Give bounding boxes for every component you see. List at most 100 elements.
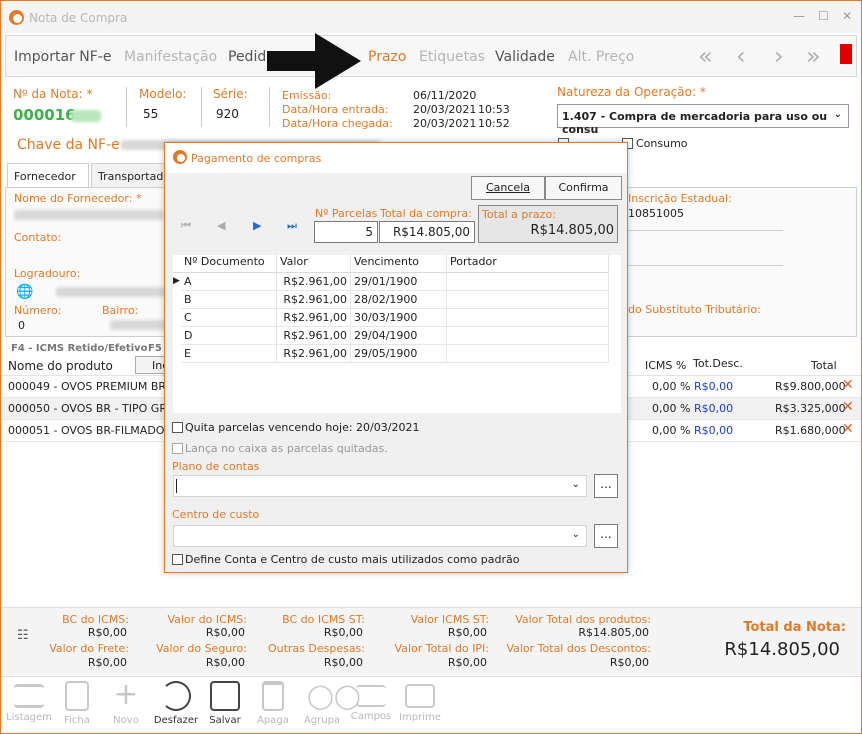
centro-lookup-button[interactable]: ... — [594, 524, 618, 548]
ficha-button[interactable]: Ficha — [52, 681, 102, 726]
parcela-cell-valor[interactable]: R$2.961,00 — [277, 291, 351, 309]
maximize-icon[interactable]: ☐ — [818, 9, 829, 23]
plano-lookup-button[interactable]: ... — [594, 474, 618, 498]
seguro-value: R$0,00 — [205, 656, 245, 669]
globe-icon[interactable]: 🌐 — [16, 284, 33, 300]
natureza-select[interactable]: 1.407 - Compra de mercadoria para uso ou… — [557, 104, 849, 136]
parcela-cell-portador[interactable] — [447, 291, 609, 309]
minimize-icon[interactable]: — — [793, 9, 805, 23]
logradouro-blurred[interactable] — [56, 287, 166, 297]
novo-button[interactable]: + Novo — [101, 680, 151, 727]
parcela-cell-portador[interactable] — [447, 327, 609, 345]
menu-manifestacao[interactable]: Manifestação — [124, 49, 217, 65]
parcela-cell-portador[interactable] — [447, 345, 609, 363]
apaga-button[interactable]: Apaga — [248, 681, 298, 726]
last-parcel-icon[interactable]: ⏭ — [287, 219, 297, 233]
entrada-date[interactable]: 20/03/2021 — [413, 103, 476, 116]
f5-shortcut-label[interactable]: F5 — [148, 343, 162, 354]
campos-button[interactable]: Campos — [346, 681, 396, 722]
menu-validade[interactable]: Validade — [495, 49, 555, 65]
parcela-cell-valor[interactable]: R$2.961,00 — [277, 309, 351, 327]
first-parcel-icon[interactable]: ⏮ — [181, 219, 191, 233]
parcela-cell-valor[interactable]: R$2.961,00 — [277, 273, 351, 291]
quita-checkbox[interactable] — [172, 422, 183, 433]
serie-value[interactable]: 920 — [216, 107, 239, 121]
parcela-cell-portador[interactable] — [447, 273, 609, 291]
agrupa-button[interactable]: ◯◯ Agrupa — [297, 681, 361, 726]
total-prazo-label: Total a prazo: — [482, 208, 556, 221]
delete-row-icon[interactable]: ✕ — [842, 399, 854, 415]
nota-value[interactable]: 000016 — [13, 106, 76, 124]
row-total: R$3.325,000 — [775, 402, 846, 415]
parcela-cell-venc[interactable]: 30/03/1900 — [351, 309, 447, 327]
modelo-value[interactable]: 55 — [143, 107, 158, 121]
tab-fornecedor[interactable]: Fornecedor — [7, 163, 89, 188]
parcela-cell-doc[interactable]: B — [181, 291, 277, 309]
last-record-icon[interactable]: » — [806, 42, 821, 70]
next-record-icon[interactable]: › — [774, 42, 784, 70]
col-produto: Nome do produto — [8, 359, 113, 373]
salvar-button[interactable]: Salvar — [200, 681, 250, 726]
row-desc: R$0,00 — [694, 424, 734, 437]
parcela-cell-venc[interactable]: 29/05/1900 — [351, 345, 447, 363]
outras-value: R$0,00 — [323, 656, 363, 669]
define-checkbox[interactable] — [172, 554, 183, 565]
agrupa-label: Agrupa — [303, 715, 341, 726]
emissao-value[interactable]: 06/11/2020 — [413, 89, 476, 102]
confirm-button[interactable]: Confirma — [545, 176, 622, 200]
parcela-cell-doc[interactable]: C — [181, 309, 277, 327]
salvar-label: Salvar — [209, 715, 241, 726]
parcelas-input[interactable]: 5 — [314, 221, 378, 243]
blurred-field — [71, 110, 101, 122]
parcela-cell-venc[interactable]: 29/04/1900 — [351, 327, 447, 345]
cancel-button[interactable]: Cancela — [471, 176, 545, 200]
menu-prazo[interactable]: Prazo — [368, 49, 406, 65]
row-indicator-header — [173, 255, 181, 273]
row-icms: 0,00 % — [652, 424, 691, 437]
row-produto: 000050 - OVOS BR - TIPO GRAN — [8, 402, 183, 415]
confirm-label: Confirma — [558, 181, 609, 194]
v-icms-label: Valor do ICMS: — [167, 613, 247, 626]
fornecedor-nome-label: Nome do Fornecedor: * — [14, 192, 142, 205]
previous-record-icon[interactable]: ‹ — [736, 42, 746, 70]
close-icon[interactable]: ✕ — [842, 9, 852, 23]
f4-shortcut-label[interactable]: F4 - ICMS Retido/Efetivo — [11, 343, 148, 354]
divider — [269, 87, 270, 127]
lanca-checkbox[interactable] — [172, 443, 183, 454]
fornecedor-nome-blurred[interactable] — [14, 210, 164, 220]
ie-value[interactable]: 10851005 — [628, 207, 684, 220]
parcela-cell-venc[interactable]: 29/01/1900 — [351, 273, 447, 291]
listagem-button[interactable]: Listagem — [4, 681, 54, 723]
parcela-cell-doc[interactable]: E — [181, 345, 277, 363]
plano-select[interactable]: ⌄ — [173, 475, 587, 497]
v-icms-value: R$0,00 — [205, 626, 245, 639]
entrada-time[interactable]: 10:53 — [478, 103, 510, 116]
parcela-cell-valor[interactable]: R$2.961,00 — [277, 327, 351, 345]
window-title: Nota de Compra — [29, 11, 128, 25]
next-parcel-icon[interactable]: ▶ — [253, 219, 261, 232]
numero-value[interactable]: 0 — [18, 319, 25, 332]
prev-parcel-icon[interactable]: ◀ — [217, 219, 225, 232]
ipi-label: Valor Total do IPI: — [394, 642, 489, 655]
row-desc: R$0,00 — [694, 380, 734, 393]
delete-row-icon[interactable]: ✕ — [842, 421, 854, 437]
centro-select[interactable]: ⌄ — [173, 525, 587, 547]
parcela-cell-doc[interactable]: A — [181, 273, 277, 291]
parcela-cell-portador[interactable] — [447, 309, 609, 327]
chegada-time[interactable]: 10:52 — [478, 117, 510, 130]
bairro-blurred[interactable] — [110, 320, 166, 330]
parcela-cell-doc[interactable]: D — [181, 327, 277, 345]
imprime-button[interactable]: Imprime — [395, 681, 445, 723]
quita-label: Quita parcelas vencendo hoje: 20/03/2021 — [185, 421, 420, 434]
parcela-cell-valor[interactable]: R$2.961,00 — [277, 345, 351, 363]
menu-etiquetas[interactable]: Etiquetas — [419, 49, 485, 65]
first-record-icon[interactable]: « — [698, 42, 713, 70]
tree-icon[interactable]: ☷ — [17, 628, 29, 643]
menu-alt-preco[interactable]: Alt. Preço — [568, 49, 634, 65]
chegada-date[interactable]: 20/03/2021 — [413, 117, 476, 130]
delete-row-icon[interactable]: ✕ — [842, 377, 854, 393]
menu-importar-nfe[interactable]: Importar NF-e — [14, 49, 111, 65]
bc-st-label: BC do ICMS ST: — [282, 613, 365, 626]
parcela-cell-venc[interactable]: 28/02/1900 — [351, 291, 447, 309]
desfazer-button[interactable]: Desfazer — [151, 681, 201, 726]
